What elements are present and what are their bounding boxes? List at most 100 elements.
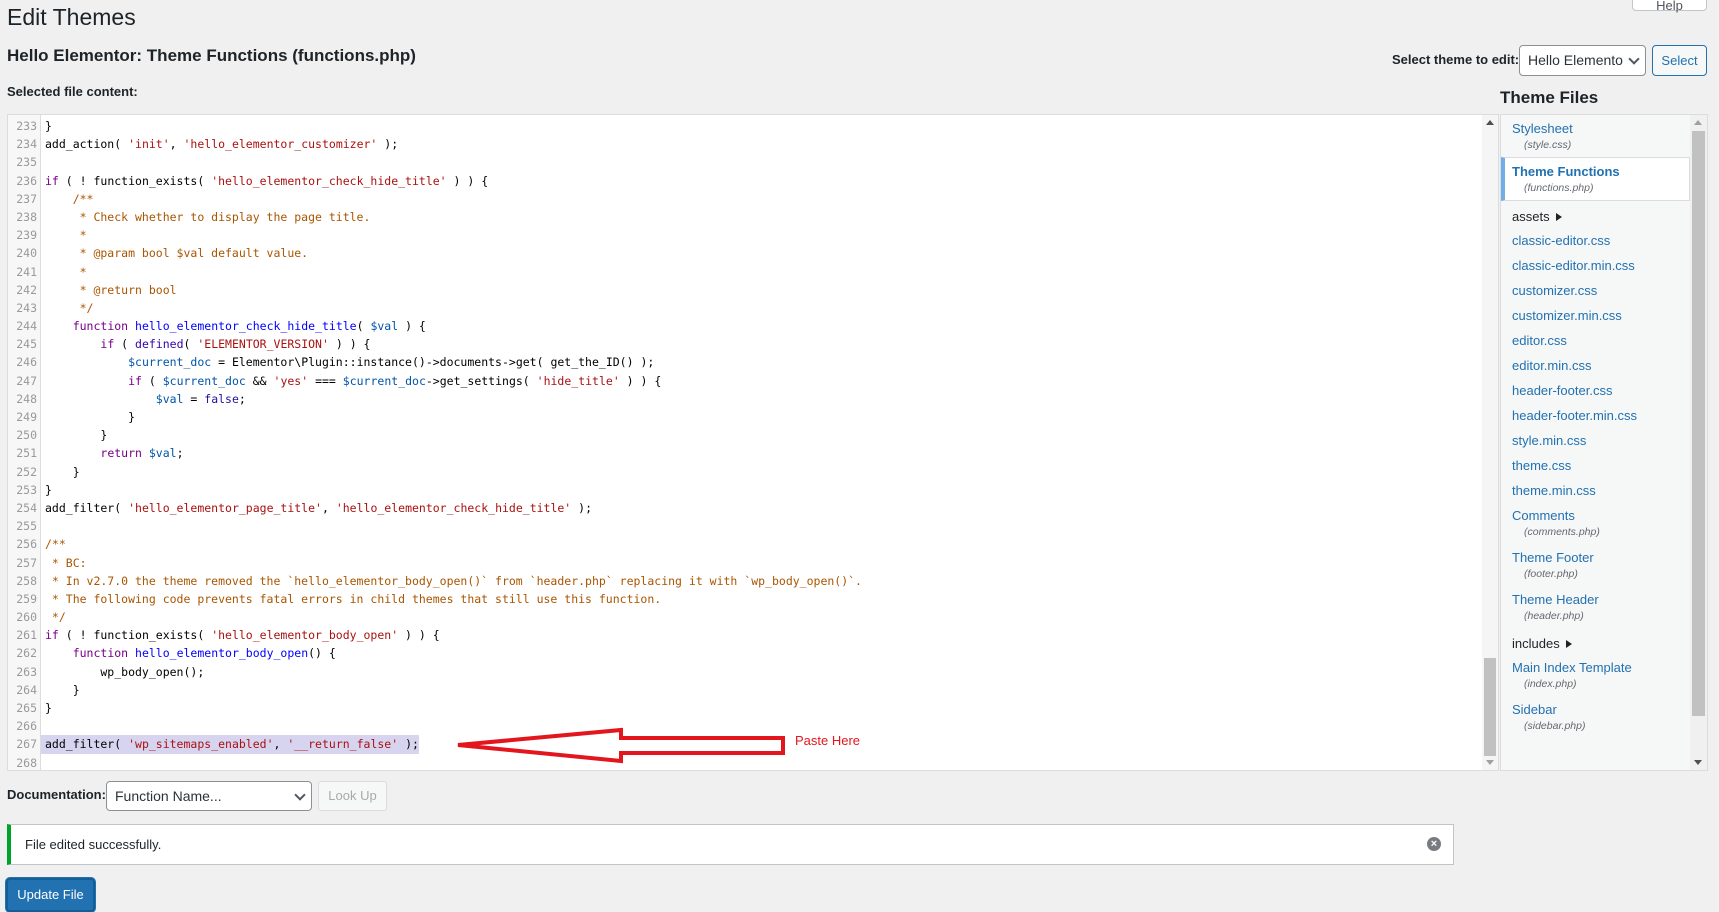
code-line[interactable]: 249 } — [8, 408, 1482, 426]
code-line[interactable]: 248 $val = false; — [8, 390, 1482, 408]
code-token: hello_elementor_body_open — [135, 646, 309, 661]
files-scroll-thumb[interactable] — [1692, 131, 1705, 716]
code-token: add_filter( — [45, 737, 129, 752]
code-line[interactable]: 258 * In v2.7.0 the theme removed the `h… — [8, 572, 1482, 590]
file-label: header-footer.css — [1512, 383, 1613, 398]
code-token: ( ! function_exists( — [58, 173, 212, 188]
line-content: function hello_elementor_check_hide_titl… — [41, 317, 426, 335]
code-token: if — [100, 337, 115, 352]
caret-right-icon[interactable] — [1565, 640, 1572, 648]
scroll-down-icon[interactable] — [1694, 760, 1702, 765]
line-number: 264 — [16, 682, 37, 697]
code-line[interactable]: 245 if ( defined( 'ELEMENTOR_VERSION' ) … — [8, 335, 1482, 353]
code-line[interactable]: 242 * @return bool — [8, 281, 1482, 299]
file-link[interactable]: style.min.css — [1501, 427, 1690, 452]
code-token: $current_doc — [128, 355, 212, 370]
code-line[interactable]: 263 wp_body_open(); — [8, 663, 1482, 681]
file-link[interactable]: Main Index Template (index.php) — [1501, 654, 1690, 696]
code-token: === — [308, 373, 343, 388]
file-link[interactable]: header-footer.min.css — [1501, 402, 1690, 427]
code-line[interactable]: 255 — [8, 517, 1482, 535]
file-link[interactable]: Theme Header (header.php) — [1501, 586, 1690, 628]
line-content: /** — [41, 190, 94, 208]
theme-select[interactable]: Hello Elemento — [1519, 45, 1646, 76]
file-link[interactable]: Theme Functions (functions.php) — [1501, 157, 1690, 201]
code-line[interactable]: 264 } — [8, 681, 1482, 699]
code-token: return — [100, 446, 142, 461]
dismiss-icon[interactable]: × — [1427, 837, 1441, 851]
code-line[interactable]: 262 function hello_elementor_body_open()… — [8, 644, 1482, 662]
code-line[interactable]: 234 add_action( 'init', 'hello_elementor_… — [8, 135, 1482, 153]
code-token: } — [45, 682, 80, 697]
code-editor[interactable]: 233} 234 add_action( 'init', 'hello_elemen… — [7, 114, 1499, 771]
file-link[interactable]: Theme Footer (footer.php) — [1501, 544, 1690, 586]
code-line[interactable]: 239 * — [8, 226, 1482, 244]
editor-scroll-thumb[interactable] — [1484, 658, 1496, 756]
line-content: if ( ! function_exists( 'hello_elementor… — [41, 626, 440, 644]
code-line[interactable]: 241 * — [8, 263, 1482, 281]
code-token: ( — [114, 337, 136, 352]
file-label: customizer.min.css — [1512, 308, 1622, 323]
scroll-up-icon[interactable] — [1486, 120, 1494, 125]
file-link[interactable]: Stylesheet (style.css) — [1501, 115, 1690, 157]
file-link[interactable]: editor.min.css — [1501, 352, 1690, 377]
folder-assets[interactable]: assets — [1501, 201, 1690, 227]
line-content: if ( $current_doc && 'yes' === $current_… — [41, 372, 661, 390]
update-file-button[interactable]: Update File — [6, 878, 95, 912]
code-line[interactable]: 237 /** — [8, 190, 1482, 208]
caret-right-icon[interactable] — [1555, 213, 1562, 221]
scroll-down-icon[interactable] — [1486, 760, 1494, 765]
code-line[interactable]: 238 * Check whether to display the page … — [8, 208, 1482, 226]
code-line[interactable]: 235 — [8, 153, 1482, 171]
theme-files-title: Theme Files — [1500, 88, 1599, 107]
code-line[interactable]: 259 * The following code prevents fatal … — [8, 590, 1482, 608]
code-line[interactable]: 246 $current_doc = Elementor\Plugin::ins… — [8, 353, 1482, 371]
code-line[interactable]: 247 if ( $current_doc && 'yes' === $curr… — [8, 372, 1482, 390]
files-scrollbar[interactable] — [1690, 115, 1707, 770]
look-up-button[interactable]: Look Up — [318, 781, 387, 811]
annotation-arrow-icon — [457, 727, 785, 764]
code-line[interactable]: 236 if ( ! function_exists( 'hello_elemen… — [8, 172, 1482, 190]
code-line[interactable]: 260 */ — [8, 608, 1482, 626]
code-line[interactable]: 261 if ( ! function_exists( 'hello_elemen… — [8, 626, 1482, 644]
file-link[interactable]: Sidebar (sidebar.php) — [1501, 696, 1690, 738]
code-line[interactable]: 254 add_filter( 'hello_elementor_page_tit… — [8, 499, 1482, 517]
file-name: (comments.php) — [1524, 526, 1600, 538]
code-line[interactable]: 250 } — [8, 426, 1482, 444]
code-line[interactable]: 243 */ — [8, 299, 1482, 317]
line-number: 233 — [16, 119, 37, 133]
file-link[interactable]: customizer.min.css — [1501, 302, 1690, 327]
file-label: Comments — [1512, 508, 1575, 523]
code-line[interactable]: 257 * BC: — [8, 554, 1482, 572]
code-line[interactable]: 265} — [8, 699, 1482, 717]
select-theme-button[interactable]: Select — [1652, 45, 1707, 76]
help-button[interactable]: Help — [1632, 0, 1707, 13]
code-line[interactable]: 233} — [8, 117, 1482, 135]
code-line[interactable]: 252 } — [8, 463, 1482, 481]
file-link[interactable]: theme.css — [1501, 452, 1690, 477]
file-link[interactable]: editor.css — [1501, 327, 1690, 352]
file-link[interactable]: classic-editor.css — [1501, 227, 1690, 252]
code-token: if — [128, 373, 142, 388]
file-link[interactable]: theme.min.css — [1501, 477, 1690, 502]
file-link[interactable]: Comments (comments.php) — [1501, 502, 1690, 544]
code-line[interactable]: 251 return $val; — [8, 444, 1482, 462]
file-link[interactable]: classic-editor.min.css — [1501, 252, 1690, 277]
code-line[interactable]: 253} — [8, 481, 1482, 499]
code-token: ); — [398, 737, 419, 752]
editor-scrollbar[interactable] — [1482, 115, 1498, 770]
line-number: 246 — [16, 355, 37, 370]
line-number: 242 — [16, 282, 37, 297]
folder-includes[interactable]: includes — [1501, 628, 1690, 654]
code-line[interactable]: 240 * @param bool $val default value. — [8, 244, 1482, 262]
file-link[interactable]: header-footer.css — [1501, 377, 1690, 402]
scroll-up-icon[interactable] — [1694, 120, 1702, 125]
file-link[interactable]: customizer.css — [1501, 277, 1690, 302]
code-line[interactable]: 256 /** — [8, 535, 1482, 553]
code-token: if — [45, 628, 59, 643]
code-line[interactable]: 244 function hello_elementor_check_hide_… — [8, 317, 1482, 335]
function-name-select[interactable]: Function Name... — [106, 781, 312, 811]
line-content: } — [41, 463, 80, 481]
